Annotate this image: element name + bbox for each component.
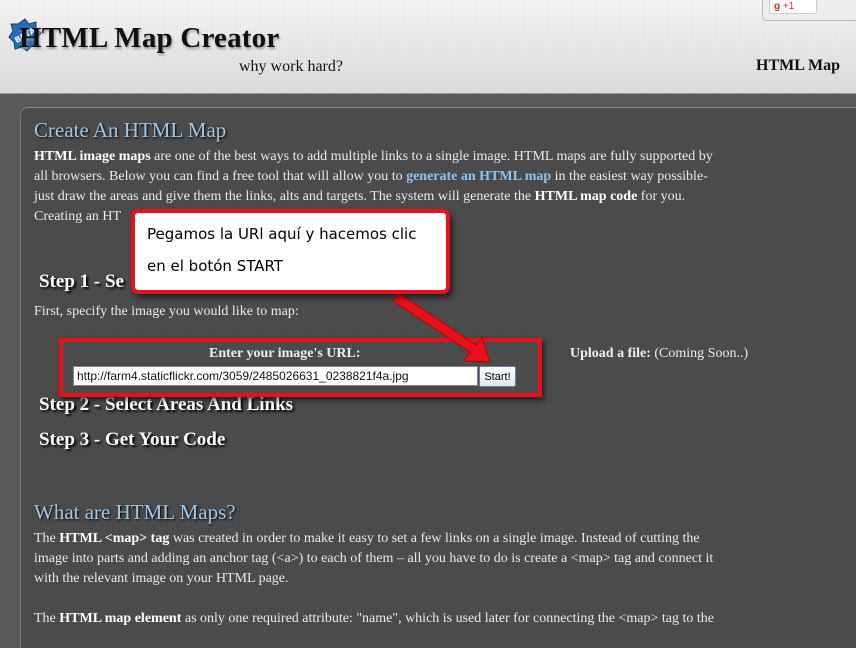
step1-heading: Step 1 - Se: [39, 271, 124, 292]
maps-text-1: The: [34, 531, 60, 546]
upload-file-info: Upload a file: (Coming Soon..): [570, 346, 748, 362]
maps-text-4: with the relevant image on your HTML pag…: [34, 571, 289, 586]
intro-bold-map-code: HTML map code: [534, 189, 638, 204]
site-logo-title[interactable]: HTML Map Creator: [19, 22, 279, 55]
maps-bold-map-tag: HTML <map> tag: [59, 531, 170, 546]
map-element-paragraph: The HTML map element as only one require…: [34, 609, 834, 629]
section-heading-what-are: What are HTML Maps?: [34, 500, 236, 524]
step1-instructions: First, specify the image you would like …: [34, 304, 299, 319]
annotation-callout: Pegamos la URl aquí y hacemos clic en el…: [131, 209, 450, 294]
intro-text-3: in the easiest way possible-: [551, 169, 708, 184]
section-heading-create: Create An HTML Map: [34, 118, 227, 142]
intro-text-1: are one of the best ways to add multiple…: [150, 149, 713, 164]
intro-bold-image-maps: HTML image maps: [34, 149, 151, 164]
intro-text-4: just draw the areas and give them the li…: [34, 189, 535, 204]
site-tagline: why work hard?: [239, 58, 343, 75]
google-plus-icon: g: [774, 1, 781, 12]
google-plus-button[interactable]: g +1: [769, 0, 817, 14]
element-text-1: The: [34, 611, 60, 626]
element-bold-map-element: HTML map element: [59, 611, 182, 626]
maps-explanation-paragraph: The HTML <map> tag was created in order …: [34, 529, 834, 589]
callout-line-1: Pegamos la URl aquí y hacemos clic: [147, 225, 417, 243]
highlight-box-annotation: [59, 338, 542, 397]
generate-map-link[interactable]: generate an HTML map: [406, 169, 551, 184]
google-plus-widget: g +1: [762, 0, 856, 21]
step3-heading: Step 3 - Get Your Code: [39, 429, 226, 450]
step2-heading: Step 2 - Select Areas And Links: [39, 394, 294, 415]
upload-coming-soon: (Coming Soon..): [650, 346, 749, 361]
maps-text-2: was created in order to make it easy to …: [169, 531, 700, 546]
element-text-2: as only one required attribute: "name", …: [181, 611, 714, 626]
intro-text-6: Creating an HT: [34, 209, 122, 224]
header-nav-link[interactable]: HTML Map: [756, 57, 840, 75]
upload-file-label[interactable]: Upload a file:: [570, 346, 651, 361]
google-plus-label: +1: [782, 1, 795, 12]
intro-text-5: for you.: [637, 189, 686, 204]
callout-line-2: en el botón START: [147, 257, 283, 275]
maps-text-3: image into parts and adding an anchor ta…: [34, 551, 714, 566]
intro-text-2: all browsers. Below you can find a free …: [34, 169, 407, 184]
site-header: BETA HTML Map Creator why work hard? HTM…: [0, 0, 856, 94]
